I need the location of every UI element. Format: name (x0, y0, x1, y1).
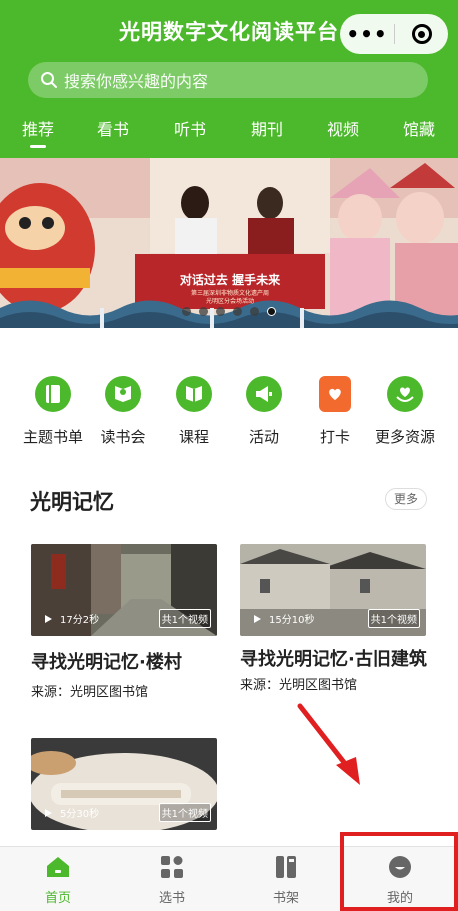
checkin-calendar-icon (319, 376, 351, 412)
tab-books[interactable]: 看书 (97, 116, 129, 140)
video-thumbnail: 17分2秒 共1个视频 (31, 544, 217, 636)
close-target-icon (411, 24, 432, 44)
video-card[interactable]: 5分30秒 共1个视频 (31, 738, 217, 830)
reading-club-icon (105, 376, 141, 412)
video-card[interactable]: 15分10秒 共1个视频 寻找光明记忆·古旧建筑 来源：光明区图书馆 (240, 544, 427, 693)
grid-icon (161, 856, 183, 878)
nav-bookshelf[interactable]: 书架 (246, 855, 326, 906)
category-tabs: 推荐 看书 听书 期刊 视频 馆藏 (0, 116, 458, 146)
nav-home[interactable]: 首页 (18, 855, 98, 906)
video-source: 来源：光明区图书馆 (240, 678, 358, 693)
bookshelf-icon (276, 856, 296, 878)
video-source: 来源：光明区图书馆 (31, 685, 149, 700)
video-card[interactable]: 17分2秒 共1个视频 寻找光明记忆·楼村 来源：光明区图书馆 (31, 544, 217, 700)
section-title: 光明记忆 (30, 490, 114, 514)
search-bar[interactable]: 搜索你感兴趣的内容 (28, 62, 428, 98)
app-header: 光明数字文化阅读平台 ••• 搜索你感兴趣的内容 推荐 看书 听书 期刊 视频 … (0, 0, 458, 158)
video-title: 寻找光明记忆·古旧建筑 (240, 649, 427, 670)
mini-program-capsule: ••• (340, 14, 448, 54)
search-placeholder: 搜索你感兴趣的内容 (64, 72, 209, 91)
play-icon (254, 614, 261, 623)
video-count-badge: 共1个视频 (367, 609, 420, 628)
video-duration: 17分2秒 (45, 611, 99, 626)
more-button[interactable]: 更多 (385, 488, 427, 510)
video-duration: 5分30秒 (45, 805, 99, 820)
more-options-button[interactable]: ••• (340, 14, 394, 54)
nav-label: 首页 (44, 891, 71, 906)
pagination-dot[interactable] (233, 307, 242, 316)
promo-banner[interactable]: 对话过去 握手未来 第三届深圳非物质文化遗产周 光明区分会场活动 (0, 158, 458, 328)
search-icon (41, 72, 57, 88)
video-count-badge: 共1个视频 (158, 609, 211, 628)
video-count-badge: 共1个视频 (158, 803, 211, 822)
tab-collections[interactable]: 馆藏 (403, 116, 435, 140)
pagination-dot-active[interactable] (267, 307, 276, 316)
tab-audiobooks[interactable]: 听书 (174, 116, 206, 140)
active-tab-indicator (30, 145, 46, 148)
quick-link-reading-club[interactable]: 读书会 (83, 376, 163, 447)
booklist-icon (35, 376, 71, 412)
video-title: 寻找光明记忆·楼村 (31, 652, 182, 673)
course-icon (176, 376, 212, 412)
play-icon (45, 614, 52, 623)
quick-links: 主题书单 读书会 课程 活动 打卡 更多资源 (0, 376, 458, 456)
banner-pagination (0, 307, 458, 316)
nav-label: 书架 (272, 891, 299, 906)
nav-select-books[interactable]: 选书 (132, 855, 212, 906)
home-icon (47, 857, 69, 877)
banner-subline-2: 光明区分会场活动 (205, 298, 254, 305)
video-thumbnail: 15分10秒 共1个视频 (240, 544, 426, 636)
pagination-dot[interactable] (250, 307, 259, 316)
annotation-highlight-box (340, 832, 458, 911)
video-duration: 15分10秒 (254, 611, 314, 626)
tab-periodicals[interactable]: 期刊 (251, 116, 283, 140)
quick-link-booklist[interactable]: 主题书单 (13, 376, 93, 447)
quick-link-activities[interactable]: 活动 (224, 376, 304, 447)
quick-link-more-resources[interactable]: 更多资源 (365, 376, 445, 447)
banner-headline: 对话过去 握手未来 (179, 273, 281, 287)
quick-link-checkin[interactable]: 打卡 (295, 376, 375, 447)
nav-label: 选书 (158, 891, 185, 906)
megaphone-icon (246, 376, 282, 412)
pagination-dot[interactable] (182, 307, 191, 316)
quick-link-course[interactable]: 课程 (154, 376, 234, 447)
play-icon (45, 808, 52, 817)
tab-videos[interactable]: 视频 (327, 116, 359, 140)
pagination-dot[interactable] (199, 307, 208, 316)
video-thumbnail: 5分30秒 共1个视频 (31, 738, 217, 830)
more-resources-icon (387, 376, 423, 412)
tab-recommend[interactable]: 推荐 (22, 116, 54, 140)
pagination-dot[interactable] (216, 307, 225, 316)
close-mini-program-button[interactable] (395, 14, 448, 54)
